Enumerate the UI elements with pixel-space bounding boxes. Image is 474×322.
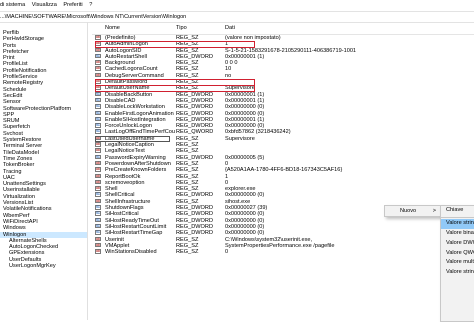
string-value-icon: ab: [95, 236, 101, 241]
menu-item-visualizza[interactable]: Visualizza: [32, 2, 57, 8]
context-menu-new-label: Nuovo: [400, 208, 417, 214]
binary-value-icon: 01: [95, 230, 101, 235]
binary-value-icon: 01: [95, 205, 101, 210]
submenu-item[interactable]: Valore string: [441, 268, 474, 278]
values-list: ab (Predefinito) REG_SZ (valore non imposta…: [92, 35, 474, 255]
string-value-icon: ab: [95, 179, 101, 185]
registry-tree: Perflib PerHwIdStorage Ports Prefetcher Prin…: [0, 30, 87, 320]
menu-item-preferiti[interactable]: Preferiti: [63, 2, 82, 8]
binary-value-icon: 01: [95, 211, 101, 216]
value-row[interactable]: ab WinStationsDisabled REG_SZ 0: [92, 249, 474, 255]
binary-value-icon: 01: [95, 104, 101, 109]
string-value-icon: ab: [95, 79, 101, 84]
binary-value-icon: 01: [95, 97, 101, 103]
binary-value-icon: 01: [95, 217, 101, 223]
submenu-item[interactable]: Chiave: [441, 206, 474, 216]
string-value-icon: ab: [95, 72, 101, 78]
context-menu-new[interactable]: Nuovo >: [384, 205, 442, 217]
string-value-icon: ab: [95, 142, 101, 147]
menu-bar: di sistema Visualizza Preferiti ?: [0, 0, 474, 10]
string-value-icon: ab: [95, 85, 101, 90]
binary-value-icon: 01: [95, 123, 101, 128]
string-value-icon: ab: [95, 148, 101, 153]
value-type: REG_SZ: [176, 249, 199, 256]
new-submenu: Chiave Valore string Valore binari Valore D…: [440, 205, 474, 322]
string-value-icon: ab: [95, 198, 101, 204]
value-name: WinStationsDisabled: [105, 249, 157, 256]
column-header-data[interactable]: Dati: [225, 22, 235, 34]
string-value-icon: ab: [95, 47, 101, 53]
pane-splitter[interactable]: [87, 22, 88, 320]
string-value-icon: ab: [95, 60, 101, 65]
binary-value-icon: 01: [95, 154, 101, 160]
binary-value-icon: 01: [95, 192, 101, 197]
tree-item[interactable]: UserLogonMgrKey: [0, 263, 87, 269]
string-value-icon: ab: [95, 186, 101, 191]
column-header-name[interactable]: Nome: [105, 22, 175, 34]
submenu-item[interactable]: Valore binari: [441, 229, 474, 239]
string-value-icon: ab: [95, 173, 101, 179]
binary-value-icon: 01: [95, 116, 101, 122]
values-pane: Nome Tipo Dati ab (Predefinito) REG_SZ (val…: [92, 22, 474, 320]
submenu-arrow-icon: >: [432, 208, 436, 214]
string-value-icon: ab: [95, 242, 101, 248]
binary-value-icon: 01: [95, 223, 101, 229]
menu-item-sistema[interactable]: di sistema: [0, 2, 25, 8]
string-value-icon: ab: [95, 160, 101, 166]
string-value-icon: ab: [95, 249, 101, 254]
string-value-icon: ab: [95, 35, 101, 40]
string-value-icon: ab: [95, 41, 101, 46]
binary-value-icon: 01: [95, 91, 101, 97]
binary-value-icon: 01: [95, 110, 101, 116]
value-data: 0: [225, 249, 229, 256]
menu-item-help[interactable]: ?: [89, 2, 92, 8]
column-header-type[interactable]: Tipo: [176, 22, 187, 34]
submenu-item[interactable]: Valore string: [441, 218, 474, 229]
submenu-item[interactable]: Valore multi: [441, 258, 474, 268]
binary-value-icon: 01: [95, 53, 101, 59]
binary-value-icon: 01: [95, 129, 101, 134]
string-value-icon: ab: [95, 167, 101, 172]
column-header-row: Nome Tipo Dati: [92, 22, 474, 35]
submenu-item[interactable]: Valore QWO: [441, 249, 474, 259]
string-value-icon: ab: [95, 66, 101, 71]
menu-separator: [441, 216, 474, 218]
submenu-item[interactable]: Valore DWO: [441, 239, 474, 249]
